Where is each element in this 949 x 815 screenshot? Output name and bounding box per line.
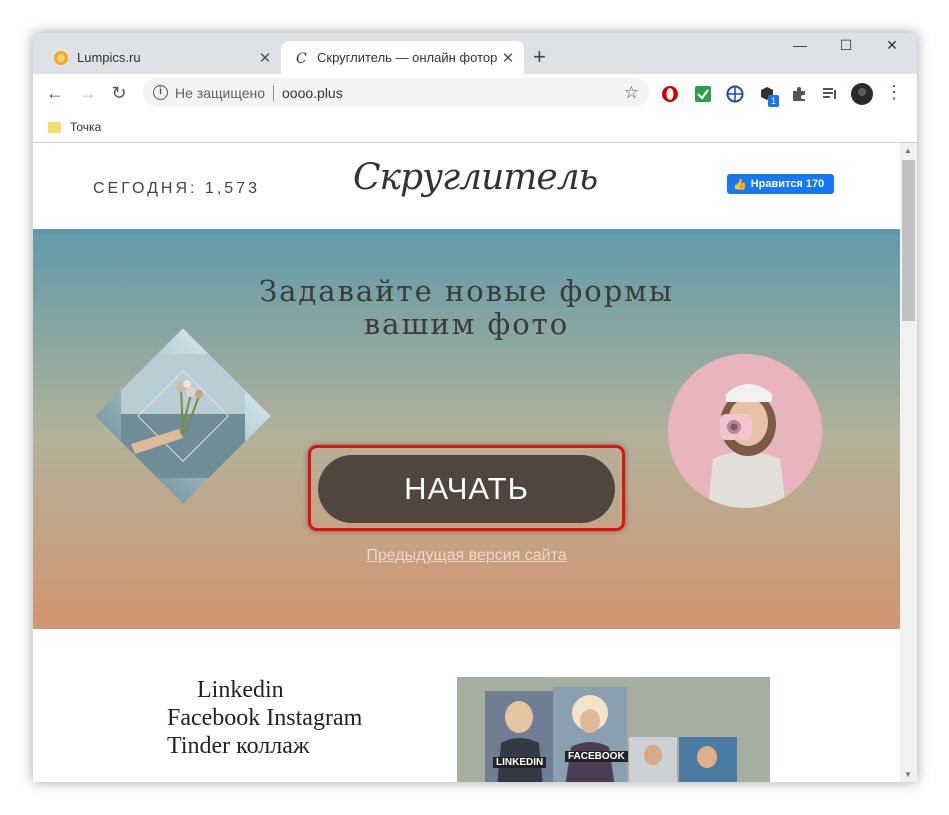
scroll-up-arrow-icon[interactable]: ▲ bbox=[904, 146, 912, 155]
menu-kebab-icon[interactable]: ⋮ bbox=[884, 82, 904, 103]
scroll-down-arrow-icon[interactable]: ▼ bbox=[904, 770, 912, 779]
tab-lumpics[interactable]: Lumpics.ru ✕ bbox=[41, 41, 281, 74]
facebook-like-button[interactable]: 👍 Нравится 170 bbox=[727, 174, 835, 194]
extension-badge: 1 bbox=[768, 95, 780, 107]
today-counter: СЕГОДНЯ: 1,573 bbox=[93, 180, 260, 197]
checkmark-extension-icon[interactable] bbox=[694, 85, 712, 103]
thumbs-up-icon: 👍 bbox=[733, 178, 747, 191]
hero-title: Задавайте новые формы вашим фото bbox=[33, 275, 900, 341]
opera-extension-icon[interactable] bbox=[661, 85, 679, 103]
lumpics-favicon-icon bbox=[54, 50, 68, 65]
social-line-tinder: Tinder коллаж bbox=[167, 733, 310, 759]
skruglitel-favicon-icon: C bbox=[296, 51, 307, 66]
puzzle-extensions-icon[interactable] bbox=[790, 85, 808, 103]
hero-section: Задавайте новые формы вашим фото НАЧАТЬ … bbox=[33, 229, 900, 629]
bookmark-folder-tochka[interactable]: Точка bbox=[48, 120, 101, 134]
like-label: Нравится bbox=[750, 178, 803, 190]
media-queue-icon[interactable] bbox=[821, 85, 839, 103]
collage-preview-image: LINKEDIN FACEBOOK bbox=[457, 677, 770, 782]
scrollbar-thumb[interactable] bbox=[902, 160, 915, 321]
reload-icon[interactable]: ↻ bbox=[109, 83, 129, 104]
site-logo[interactable]: Скруглитель bbox=[353, 157, 598, 198]
tab-skruglitel[interactable]: C Скруглитель — онлайн фоторедактор ✕ bbox=[281, 41, 524, 74]
minimize-button[interactable]: — bbox=[777, 37, 823, 53]
forward-arrow-icon[interactable]: → bbox=[78, 83, 98, 104]
new-tab-button[interactable]: + bbox=[533, 46, 546, 68]
bookmark-label: Точка bbox=[70, 120, 102, 134]
page-viewport: СЕГОДНЯ: 1,573 Скруглитель 👍 Нравится 17… bbox=[33, 143, 900, 782]
bookmark-star-icon[interactable]: ☆ bbox=[624, 83, 639, 103]
svg-text:C: C bbox=[296, 51, 307, 66]
social-line-linkedin: Linkedin bbox=[197, 677, 284, 703]
browser-toolbar: ← → ↻ i Не защищено oooo.plus ☆ 1 ⋮ bbox=[33, 74, 917, 112]
previous-version-link-text[interactable]: Предыдущая версия сайта bbox=[366, 547, 566, 564]
bookmarks-bar: Точка bbox=[33, 112, 917, 143]
social-line-facebook-instagram: Facebook Instagram bbox=[167, 705, 363, 731]
address-divider bbox=[273, 84, 274, 101]
tab-title: Lumpics.ru bbox=[77, 50, 141, 65]
like-count: 170 bbox=[805, 178, 825, 190]
site-header: СЕГОДНЯ: 1,573 Скруглитель 👍 Нравится 17… bbox=[33, 143, 900, 229]
close-window-button[interactable]: ✕ bbox=[869, 37, 915, 54]
hero-title-line1: Задавайте новые формы bbox=[259, 274, 674, 308]
circle-photo-example bbox=[668, 354, 822, 508]
collage-label-facebook: FACEBOOK bbox=[565, 751, 628, 762]
info-icon[interactable]: i bbox=[153, 85, 168, 100]
collage-label-linkedin: LINKEDIN bbox=[493, 757, 547, 768]
back-arrow-icon[interactable]: ← bbox=[45, 83, 65, 104]
maximize-button[interactable]: ☐ bbox=[823, 37, 869, 54]
previous-version-link: Предыдущая версия сайта bbox=[33, 547, 900, 565]
diamond-photo-example bbox=[95, 328, 271, 504]
security-label: Не защищено bbox=[175, 84, 265, 101]
address-bar[interactable]: i Не защищено oooo.plus ☆ bbox=[143, 78, 649, 107]
folder-icon bbox=[48, 121, 61, 133]
url-text[interactable]: oooo.plus bbox=[282, 85, 343, 101]
tab-title: Скруглитель — онлайн фоторедактор bbox=[317, 50, 498, 65]
tab-close-icon[interactable]: ✕ bbox=[498, 49, 518, 67]
hero-title-line2: вашим фото bbox=[363, 307, 570, 341]
browser-window: Lumpics.ru ✕ C Скруглитель — онлайн фото… bbox=[33, 33, 917, 782]
start-button[interactable]: НАЧАТЬ bbox=[318, 455, 615, 523]
tab-close-icon[interactable]: ✕ bbox=[255, 49, 275, 67]
girl-camera-photo-image bbox=[668, 354, 822, 508]
tab-bar: Lumpics.ru ✕ C Скруглитель — онлайн фото… bbox=[33, 33, 917, 74]
flowers-photo-image bbox=[121, 354, 245, 478]
profile-avatar-icon[interactable] bbox=[851, 83, 873, 105]
globe-extension-icon[interactable] bbox=[726, 85, 744, 103]
page-scrollbar[interactable]: ▲ ▼ bbox=[900, 143, 917, 782]
